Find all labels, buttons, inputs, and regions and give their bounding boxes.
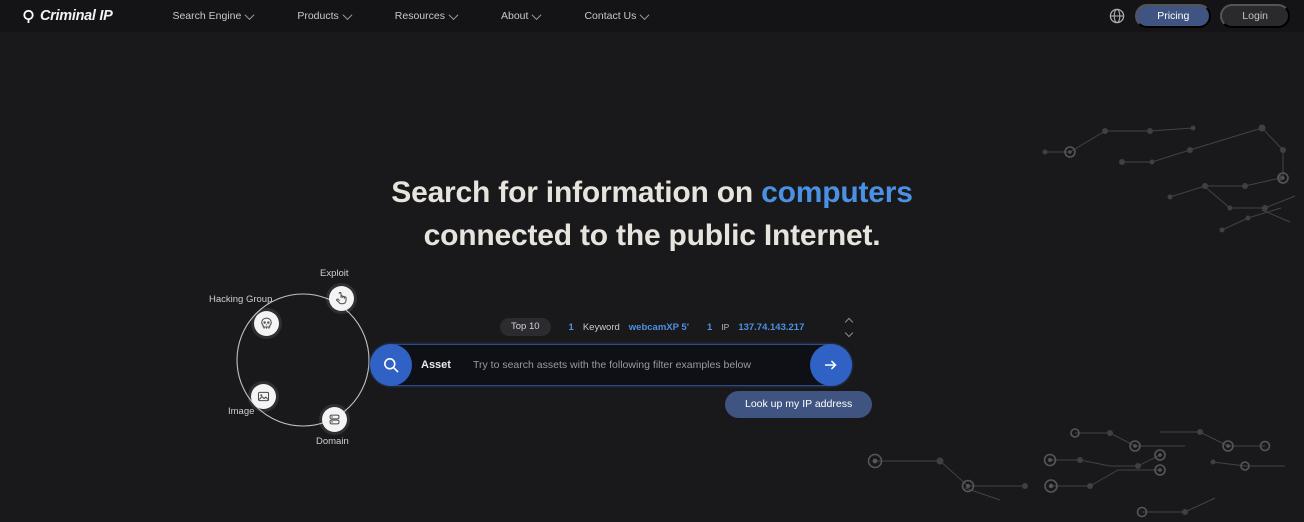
brand-logo[interactable]: Criminal IP — [22, 8, 113, 24]
nav-label: About — [500, 10, 529, 22]
chevron-down-icon — [244, 9, 255, 20]
nav-label: Search Engine — [172, 10, 242, 22]
nav-item-products[interactable]: Products — [275, 4, 372, 28]
filter-field: IP — [721, 322, 730, 332]
filter-examples-row: Top 10 1 Keyword webcamXP 5' 1 IP 137.74… — [500, 315, 854, 339]
nav-item-contact-us[interactable]: Contact Us — [562, 4, 670, 28]
chevron-down-icon — [531, 9, 542, 20]
search-submit-button[interactable] — [810, 344, 852, 386]
top10-chip[interactable]: Top 10 — [500, 318, 551, 336]
filter-scroll-controls[interactable] — [844, 317, 854, 337]
filter-value[interactable]: 137.74.143.217 — [738, 322, 804, 333]
database-icon — [329, 414, 340, 425]
nav-label: Resources — [394, 10, 445, 22]
chevron-down-icon[interactable] — [844, 328, 854, 337]
top-navbar: Criminal IP Search Engine Products Resou… — [0, 0, 1304, 32]
filter-field: Keyword — [582, 321, 620, 333]
chevron-down-icon — [342, 9, 353, 20]
headline-line1-start: Search for information on — [391, 176, 762, 209]
magnifier-logo-icon — [22, 9, 37, 24]
nav-item-about[interactable]: About — [479, 4, 562, 28]
nav-right-actions: Pricing Login — [1108, 3, 1290, 29]
nav-label: Products — [297, 10, 339, 22]
brand-name: Criminal IP — [40, 8, 113, 24]
graph-node-hacking-group[interactable] — [254, 311, 279, 336]
graph-label-hacking-group: Hacking Group — [209, 294, 273, 305]
arrow-right-icon — [824, 360, 837, 370]
image-icon — [257, 391, 270, 402]
headline-accent-word: computers — [761, 176, 913, 209]
nav-links: Search Engine Products Resources About C… — [150, 4, 1108, 28]
search-bar-container: Asset — [370, 344, 852, 386]
graph-label-exploit: Exploit — [320, 268, 349, 279]
chevron-down-icon — [639, 9, 650, 20]
nav-label: Contact Us — [584, 10, 637, 22]
graph-label-image: Image — [228, 406, 255, 417]
nav-item-resources[interactable]: Resources — [373, 4, 479, 28]
lookup-my-ip-button[interactable]: Look up my IP address — [725, 391, 873, 418]
nav-item-search-engine[interactable]: Search Engine — [150, 4, 275, 28]
graph-node-image[interactable] — [251, 384, 276, 409]
filter-example-ip[interactable]: 1 IP 137.74.143.217 — [707, 322, 804, 333]
chevron-down-icon — [448, 9, 459, 20]
filter-rank: 1 — [568, 321, 574, 333]
search-icon[interactable] — [370, 344, 412, 386]
hero-section: Search for information on computers conn… — [0, 32, 1304, 522]
search-type-selector[interactable]: Asset — [421, 359, 451, 371]
graph-node-domain[interactable] — [322, 407, 347, 432]
chevron-up-icon[interactable] — [844, 317, 854, 326]
search-bar[interactable]: Asset — [370, 344, 852, 386]
filter-rank: 1 — [706, 321, 713, 333]
filter-example-keyword[interactable]: 1 Keyword webcamXP 5' — [569, 322, 689, 333]
headline-line2: connected to the public Internet. — [423, 218, 881, 252]
search-input[interactable] — [472, 359, 805, 371]
skull-icon — [261, 317, 272, 329]
globe-icon[interactable] — [1108, 7, 1126, 25]
login-button[interactable]: Login — [1220, 3, 1290, 29]
graph-node-exploit[interactable] — [329, 286, 354, 311]
pricing-button[interactable]: Pricing — [1135, 3, 1212, 29]
filter-value[interactable]: webcamXP 5' — [629, 322, 689, 333]
cursor-click-icon — [336, 292, 347, 305]
graph-label-domain: Domain — [316, 436, 349, 447]
page-headline: Search for information on computers conn… — [0, 172, 1304, 257]
